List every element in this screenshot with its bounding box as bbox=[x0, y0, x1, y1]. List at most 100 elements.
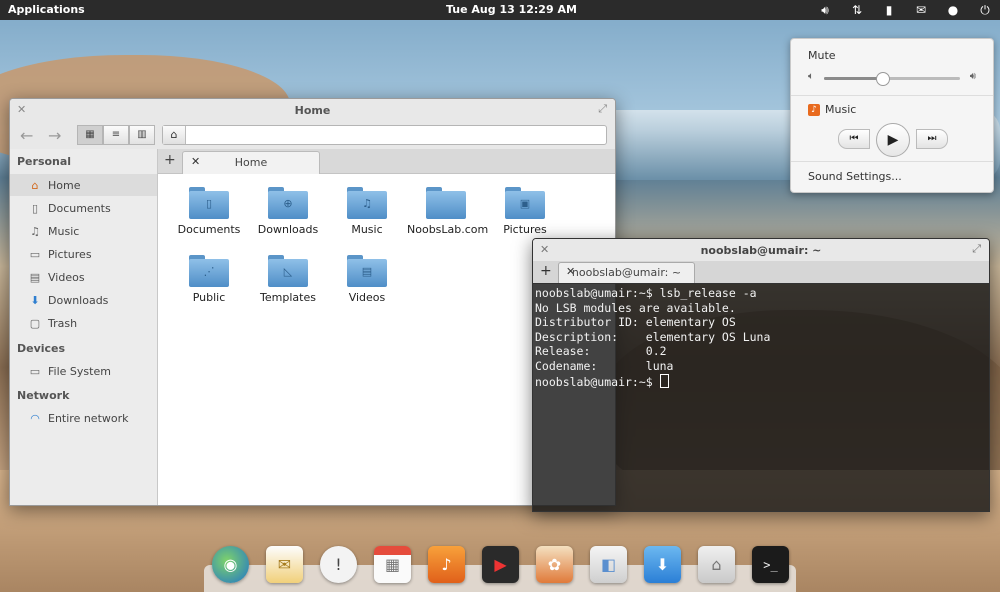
window-title: Home bbox=[294, 104, 331, 117]
sidebar-item-trash[interactable]: ▢ Trash bbox=[10, 312, 157, 334]
tab-label: noobslab@umair: ~ bbox=[571, 266, 682, 279]
sidebar-item-label: Music bbox=[48, 224, 80, 238]
music-player-icon[interactable]: ♪ bbox=[428, 546, 465, 583]
video-player-icon[interactable]: ▶ bbox=[482, 546, 519, 583]
next-track-button[interactable]: ⏭ bbox=[916, 129, 948, 149]
picture-icon: ▭ bbox=[29, 247, 41, 261]
terminal-output[interactable]: noobslab@umair:~$ lsb_release -a No LSB … bbox=[533, 283, 989, 511]
sidebar-item-entire-network[interactable]: ◠ Entire network bbox=[10, 407, 157, 429]
network-icon[interactable]: ⇅ bbox=[848, 1, 866, 19]
sidebar-item-music[interactable]: ♫ Music bbox=[10, 220, 157, 242]
folder-icon bbox=[426, 187, 466, 219]
dock-icons: ◉ ✉ ! ▦ ♪ ▶ ✿ ◧ ⬇ ⌂ >_ bbox=[212, 546, 792, 592]
terminal-icon[interactable]: >_ bbox=[752, 546, 789, 583]
folder-item[interactable]: ◺ Templates bbox=[249, 243, 327, 304]
play-button[interactable]: ▶ bbox=[876, 123, 910, 157]
panel-clock[interactable]: Tue Aug 13 12:29 AM bbox=[446, 3, 577, 16]
sidebar-item-label: Home bbox=[48, 178, 81, 192]
folder-templates-icon: ◺ bbox=[268, 255, 308, 287]
volume-low-icon: 🔈︎ bbox=[808, 71, 814, 82]
film-icon: ▤ bbox=[29, 270, 41, 284]
calendar-icon[interactable]: ▦ bbox=[374, 546, 411, 583]
folder-public-icon: ⋰ bbox=[189, 255, 229, 287]
system-tray: 🔊︎ ⇅ ▮ ✉ ● ⏻ bbox=[816, 1, 994, 19]
music-label: Music bbox=[825, 103, 857, 116]
sidebar-item-label: Pictures bbox=[48, 247, 92, 261]
forward-arrow-icon[interactable]: → bbox=[48, 126, 61, 145]
new-tab-button[interactable]: + bbox=[540, 263, 552, 279]
volume-row: 🔈︎ 🔊︎ bbox=[808, 71, 976, 86]
home-icon[interactable]: ⌂ bbox=[163, 126, 186, 144]
location-bar[interactable]: ⌂ bbox=[162, 125, 607, 145]
folder-item[interactable]: ▣ Pictures bbox=[486, 175, 564, 236]
system-settings-icon[interactable]: ◧ bbox=[590, 546, 627, 583]
new-tab-button[interactable]: + bbox=[164, 152, 176, 168]
sidebar-header-network: Network bbox=[17, 389, 70, 402]
tab-home[interactable]: ✕ Home bbox=[182, 151, 320, 174]
terminal-line: Distributor ID: elementary OS bbox=[535, 315, 736, 330]
folder-item[interactable]: NoobsLab.com bbox=[407, 175, 489, 236]
power-icon[interactable]: ⏻ bbox=[976, 1, 994, 19]
column-view-icon[interactable]: ▥ bbox=[129, 125, 155, 145]
folder-item[interactable]: ♫ Music bbox=[328, 175, 406, 236]
folder-item[interactable]: ⊕ Downloads bbox=[249, 175, 327, 236]
previous-track-button[interactable]: ⏮ bbox=[838, 129, 870, 149]
mute-toggle[interactable]: Mute bbox=[808, 49, 836, 62]
sound-settings-item[interactable]: Sound Settings... bbox=[808, 170, 902, 183]
tab-terminal[interactable]: ✕ noobslab@umair: ~ bbox=[558, 262, 695, 283]
maximize-icon[interactable]: ⤢ bbox=[598, 102, 607, 116]
app-center-icon[interactable]: ⬇ bbox=[644, 546, 681, 583]
folder-item[interactable]: ▯ Documents bbox=[170, 175, 248, 236]
volume-icon[interactable]: 🔊︎ bbox=[816, 1, 834, 19]
file-manager-tabbar: + ✕ Home bbox=[158, 149, 615, 174]
divider bbox=[791, 95, 993, 96]
user-icon[interactable]: ● bbox=[944, 1, 962, 19]
wifi-icon: ◠ bbox=[30, 411, 40, 425]
file-manager-titlebar[interactable]: ✕ Home ⤢ bbox=[10, 99, 615, 121]
folder-label: Music bbox=[351, 223, 383, 236]
files-icon[interactable]: ⌂ bbox=[698, 546, 735, 583]
folder-label: Downloads bbox=[257, 223, 319, 236]
folder-label: Documents bbox=[177, 223, 241, 236]
terminal-line: Codename: luna bbox=[535, 358, 674, 373]
grid-view-icon[interactable]: ▦ bbox=[77, 125, 103, 145]
download-icon: ⬇ bbox=[30, 293, 40, 307]
maximize-icon[interactable]: ⤢ bbox=[972, 242, 981, 256]
music-note-icon: ♫ bbox=[30, 224, 40, 238]
volume-high-icon: 🔊︎ bbox=[969, 71, 976, 82]
window-title: noobslab@umair: ~ bbox=[700, 244, 822, 257]
sidebar-item-home[interactable]: ⌂ Home bbox=[10, 174, 157, 196]
top-panel: Applications Tue Aug 13 12:29 AM 🔊︎ ⇅ ▮ … bbox=[0, 0, 1000, 20]
back-arrow-icon[interactable]: ← bbox=[20, 126, 33, 145]
photos-icon[interactable]: ✿ bbox=[536, 546, 573, 583]
list-view-icon[interactable]: ≡ bbox=[103, 125, 129, 145]
folder-label: NoobsLab.com bbox=[407, 223, 489, 236]
home-icon: ⌂ bbox=[31, 178, 39, 192]
view-switcher: ▦ ≡ ▥ bbox=[77, 125, 155, 145]
terminal-titlebar[interactable]: ✕ noobslab@umair: ~ ⤢ bbox=[533, 239, 989, 261]
mail-icon[interactable]: ✉ bbox=[912, 1, 930, 19]
sidebar-item-documents[interactable]: ▯ Documents bbox=[10, 197, 157, 219]
folder-item[interactable]: ⋰ Public bbox=[170, 243, 248, 304]
sidebar-item-file-system[interactable]: ▭ File System bbox=[10, 360, 157, 382]
terminal-cursor bbox=[659, 373, 669, 388]
folder-pictures-icon: ▣ bbox=[505, 187, 545, 219]
sidebar-item-videos[interactable]: ▤ Videos bbox=[10, 266, 157, 288]
music-player-row[interactable]: ♪ Music bbox=[808, 103, 856, 116]
file-manager-window: ✕ Home ⤢ ← → ▦ ≡ ▥ ⌂ Personal ⌂ Home ▯ Doc… bbox=[9, 98, 616, 506]
notifications-icon[interactable]: ! bbox=[320, 546, 357, 583]
volume-slider[interactable] bbox=[824, 72, 960, 86]
volume-slider-handle[interactable] bbox=[876, 72, 891, 86]
sidebar-item-pictures[interactable]: ▭ Pictures bbox=[10, 243, 157, 265]
mail-app-icon[interactable]: ✉ bbox=[266, 546, 303, 583]
sidebar-item-downloads[interactable]: ⬇ Downloads bbox=[10, 289, 157, 311]
applications-menu[interactable]: Applications bbox=[8, 3, 85, 16]
file-manager-toolbar: ← → ▦ ≡ ▥ ⌂ bbox=[10, 121, 615, 150]
folder-item[interactable]: ▤ Videos bbox=[328, 243, 406, 304]
tab-label: Home bbox=[234, 156, 268, 169]
folder-downloads-icon: ⊕ bbox=[268, 187, 308, 219]
terminal-line: Release: 0.2 bbox=[535, 344, 667, 359]
battery-icon[interactable]: ▮ bbox=[880, 1, 898, 19]
web-browser-icon[interactable]: ◉ bbox=[212, 546, 249, 583]
terminal-prompt: noobslab@umair:~$ bbox=[535, 374, 660, 389]
